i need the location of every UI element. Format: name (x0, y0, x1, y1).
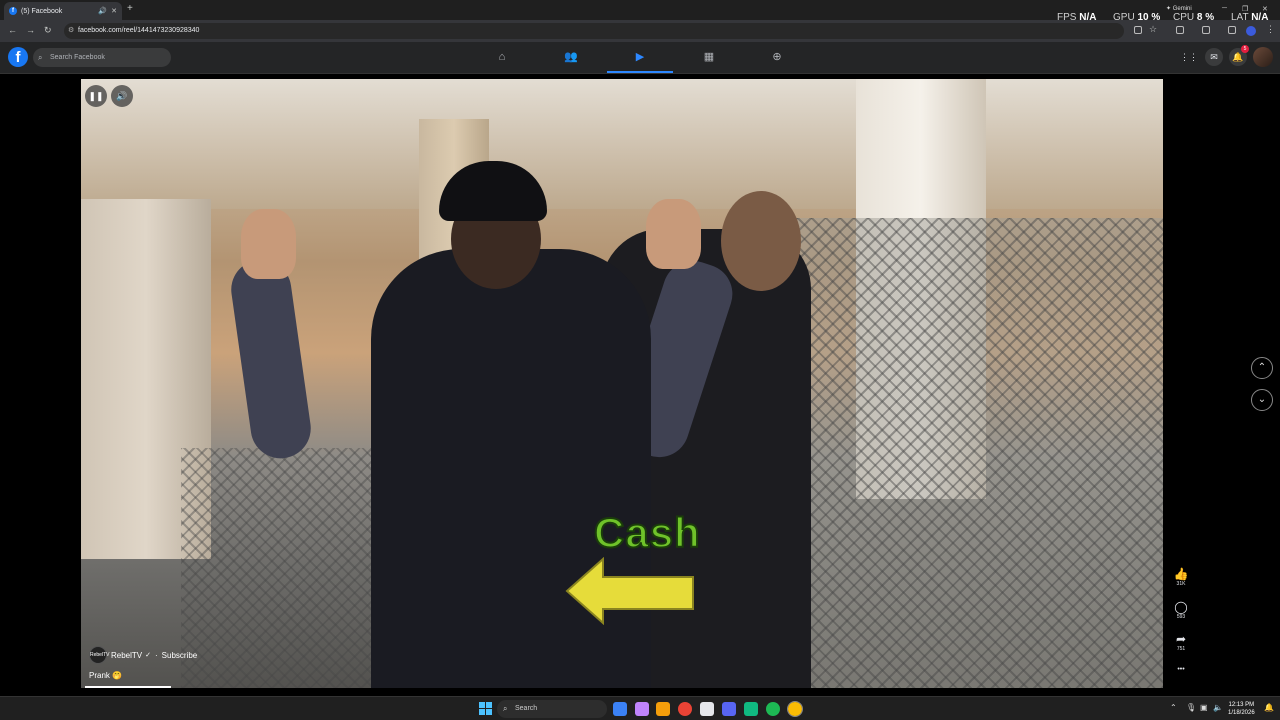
address-bar-row: ← → ↻ ⚙ facebook.com/reel/14414732309283… (0, 20, 1280, 42)
gaming-icon[interactable]: ⊕ (770, 50, 784, 64)
downloads-icon[interactable] (1228, 26, 1236, 34)
next-reel-icon[interactable]: ⌄ (1251, 389, 1273, 411)
share-action[interactable]: ➦ 751 (1172, 632, 1190, 652)
discord-app-icon[interactable] (722, 702, 736, 716)
volume-icon[interactable]: 🔊 (111, 85, 133, 107)
taskbar-search-placeholder: Search (515, 705, 538, 712)
bookmark-star-icon[interactable]: ☆ (1149, 24, 1157, 35)
video-progress-bar[interactable] (85, 686, 171, 688)
spotify-app-icon[interactable] (766, 702, 780, 716)
volume-tray-icon[interactable]: 🔈 (1213, 703, 1223, 712)
clock-time: 12:13 PM (1228, 702, 1255, 708)
more-options-icon[interactable]: ••• (1172, 666, 1190, 673)
video-icon[interactable]: ▶ (633, 50, 647, 64)
chrome-app-icon[interactable] (678, 702, 692, 716)
scene-arm-left (227, 255, 315, 463)
channel-avatar[interactable]: RebelTV (89, 646, 109, 664)
new-tab-button[interactable]: + (127, 3, 133, 14)
chrome-active-app-icon[interactable] (787, 701, 803, 717)
cash-overlay-text: Cash (593, 508, 701, 557)
like-action[interactable]: 👍 31K (1172, 567, 1190, 587)
forward-icon[interactable]: → (26, 25, 35, 35)
subscribe-button[interactable]: Subscribe (162, 651, 198, 660)
marketplace-icon[interactable]: ▦ (702, 50, 716, 64)
comment-action[interactable]: ◯ 593 (1172, 600, 1190, 620)
calendar-app-icon[interactable] (700, 702, 714, 716)
install-app-icon[interactable] (1134, 26, 1142, 34)
search-placeholder: Search Facebook (50, 54, 105, 61)
copilot-app-icon[interactable] (635, 702, 649, 716)
browser-menu-icon[interactable]: ⋮ (1266, 24, 1275, 35)
channel-info: RebelTV RebelTV ✓ · Subscribe (89, 646, 197, 664)
extensions-icon[interactable] (1176, 26, 1184, 34)
tab-title: (5) Facebook (21, 7, 63, 15)
url-bar[interactable]: ⚙ facebook.com/reel/1441473230928340 (64, 23, 1124, 39)
scene-person-back-head (721, 191, 801, 291)
windows-start-icon[interactable] (479, 702, 493, 716)
friends-icon[interactable]: 👥 (564, 50, 578, 64)
scene-hand-right (646, 199, 701, 269)
facebook-search-input[interactable]: ⌕ Search Facebook (33, 48, 171, 67)
notepad-app-icon[interactable] (613, 702, 627, 716)
tray-app-icon[interactable]: ▣ (1200, 703, 1208, 712)
scene-ceiling (81, 79, 1163, 209)
share-count: 751 (1176, 646, 1186, 652)
previous-reel-icon[interactable]: ⌃ (1251, 357, 1273, 379)
facebook-favicon-icon: f (9, 7, 17, 15)
thumbs-up-icon: 👍 (1173, 567, 1189, 581)
url-text: facebook.com/reel/1441473230928340 (78, 27, 200, 34)
account-avatar[interactable] (1253, 47, 1273, 67)
separator-dot: · (155, 650, 158, 660)
scene-hand-left (241, 209, 296, 279)
notification-center-icon[interactable]: 🔔 (1264, 703, 1274, 712)
reel-caption: Prank 🤭 (89, 671, 123, 680)
reel-video-player[interactable]: Cash ❚❚ 🔊 RebelTV RebelTV ✓ · Subscribe … (81, 79, 1163, 688)
browser-profile-icon[interactable] (1246, 26, 1256, 36)
system-clock[interactable]: 12:13 PM 1/18/2026 (1228, 701, 1255, 717)
sidebar-icon[interactable] (1202, 26, 1210, 34)
close-tab-icon[interactable]: ✕ (111, 7, 117, 15)
file-explorer-icon[interactable] (656, 702, 670, 716)
search-icon: ⌕ (503, 704, 508, 713)
app-icon[interactable] (744, 702, 758, 716)
arrow-left-icon (565, 557, 694, 625)
notification-badge: 5 (1241, 45, 1249, 53)
site-info-icon[interactable]: ⚙ (68, 23, 74, 39)
pause-icon[interactable]: ❚❚ (85, 85, 107, 107)
search-icon: ⌕ (38, 53, 43, 62)
gemini-button[interactable]: ✦ Gemini (1166, 5, 1192, 12)
active-tab-indicator (607, 71, 673, 73)
reload-icon[interactable]: ↻ (44, 25, 52, 36)
clock-date: 1/18/2026 (1228, 710, 1255, 716)
messenger-icon[interactable]: ✉ (1205, 48, 1223, 66)
channel-name[interactable]: RebelTV (111, 651, 142, 660)
facebook-header: f ⌕ Search Facebook ⌂ 👥 ▶ ▦ ⊕ ⋮⋮ ✉ 🔔 5 (0, 42, 1280, 74)
comment-count: 593 (1176, 614, 1186, 620)
like-count: 31K (1176, 581, 1186, 587)
comment-icon: ◯ (1174, 600, 1188, 614)
menu-grid-icon[interactable]: ⋮⋮ (1180, 48, 1198, 66)
taskbar-search-input[interactable]: ⌕ Search (497, 700, 607, 718)
facebook-logo-icon[interactable]: f (8, 47, 28, 67)
home-icon[interactable]: ⌂ (495, 50, 509, 64)
windows-taskbar: ⌕ Search ⌃ 🎙 ▣ 🔈 12:13 PM 1/18/2026 🔔 (0, 696, 1280, 720)
tray-chevron-icon[interactable]: ⌃ (1170, 703, 1177, 712)
verified-icon: ✓ (145, 652, 151, 659)
microphone-icon[interactable]: 🎙 (1186, 703, 1196, 712)
audio-playing-icon[interactable]: 🔊 (98, 7, 107, 15)
minimize-icon[interactable]: ─ (1222, 5, 1227, 12)
scene-chain-fence-left (181, 448, 401, 688)
share-icon: ➦ (1175, 632, 1187, 646)
browser-tab-facebook[interactable]: f (5) Facebook 🔊 ✕ (4, 2, 122, 20)
back-icon[interactable]: ← (8, 25, 17, 35)
